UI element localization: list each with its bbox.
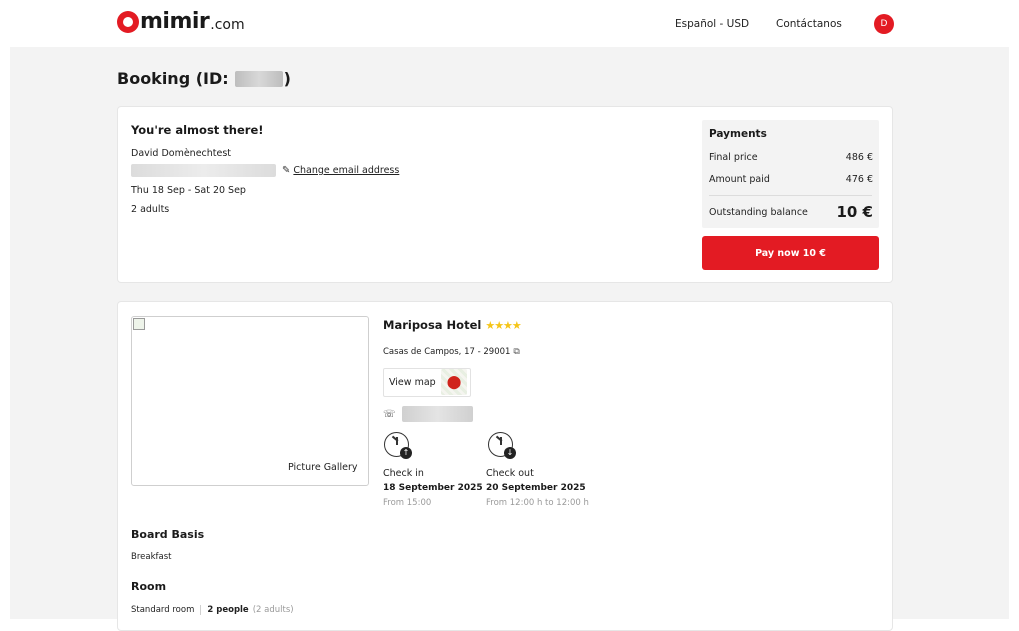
redacted-phone bbox=[401, 406, 473, 422]
room-title: Room bbox=[131, 580, 167, 593]
check-in-time: From 15:00 bbox=[383, 498, 432, 508]
summary-heading: You're almost there! bbox=[131, 123, 264, 137]
board-basis-value: Breakfast bbox=[131, 552, 172, 562]
stay-dates: Thu 18 Sep - Sat 20 Sep bbox=[131, 185, 246, 196]
change-email-link[interactable]: Change email address bbox=[293, 165, 399, 176]
room-people: 2 people bbox=[207, 605, 249, 615]
booking-title-prefix: Booking (ID: bbox=[117, 69, 229, 88]
check-in-label: Check in bbox=[383, 468, 424, 479]
phone-icon: ☏ bbox=[383, 408, 396, 420]
contact-link[interactable]: Contáctanos bbox=[776, 18, 842, 30]
guest-name: David Domènechtest bbox=[131, 148, 232, 159]
room-type: Standard room bbox=[131, 605, 195, 615]
logo-a-icon bbox=[117, 11, 139, 33]
redacted-email bbox=[131, 164, 276, 177]
room-details-row: Standard room 2 people (2 adults) bbox=[131, 605, 294, 615]
guest-count: 2 adults bbox=[131, 204, 170, 215]
picture-gallery[interactable] bbox=[131, 316, 369, 486]
email-row: ✎ Change email address bbox=[131, 164, 399, 177]
redacted-booking-id bbox=[234, 70, 283, 87]
top-header: mimir .com Español - USD Contáctanos D bbox=[0, 0, 1019, 47]
edit-icon[interactable]: ✎ bbox=[282, 165, 290, 176]
outstanding-balance-label: Outstanding balance bbox=[709, 207, 808, 218]
user-avatar[interactable]: D bbox=[874, 14, 894, 34]
booking-title-suffix: ) bbox=[283, 69, 291, 88]
check-out-time: From 12:00 h to 12:00 h bbox=[486, 498, 589, 508]
board-basis-title: Board Basis bbox=[131, 528, 205, 541]
outstanding-balance-value: 10 € bbox=[836, 203, 873, 221]
pay-now-button[interactable]: Pay now 10 € bbox=[702, 236, 879, 270]
hotel-address-row: Casas de Campos, 17 - 29001 ⧉ bbox=[383, 347, 520, 357]
check-out-label: Check out bbox=[486, 468, 534, 479]
check-out-clock-icon: ↓ bbox=[488, 432, 516, 459]
amount-paid-value: 476 € bbox=[845, 174, 873, 185]
final-price-value: 486 € bbox=[845, 152, 873, 163]
hotel-name-row: Mariposa Hotel ★★★★ bbox=[383, 318, 522, 332]
language-currency-selector[interactable]: Español - USD bbox=[675, 18, 749, 30]
payments-divider bbox=[709, 195, 872, 196]
page-title: Booking (ID: ) bbox=[117, 69, 291, 88]
hotel-name: Mariposa Hotel bbox=[383, 318, 482, 332]
payments-title: Payments bbox=[709, 128, 767, 140]
check-in-clock-icon: ↑ bbox=[384, 432, 412, 459]
copy-icon[interactable]: ⧉ bbox=[513, 347, 519, 357]
logo-suffix: .com bbox=[210, 17, 245, 33]
logo-word: mimir bbox=[140, 9, 210, 34]
final-price-label: Final price bbox=[709, 152, 758, 163]
phone-row: ☏ bbox=[383, 406, 473, 422]
hotel-address: Casas de Campos, 17 - 29001 bbox=[383, 347, 511, 357]
room-separator bbox=[200, 605, 202, 615]
room-adults: (2 adults) bbox=[252, 605, 294, 615]
check-in-date: 18 September 2025 bbox=[383, 483, 483, 493]
picture-gallery-label[interactable]: Picture Gallery bbox=[288, 462, 358, 473]
mimir-logo[interactable]: mimir .com bbox=[117, 11, 245, 33]
star-rating-icon: ★★★★ bbox=[485, 318, 521, 332]
map-thumbnail[interactable]: ⬤ bbox=[441, 369, 467, 395]
broken-image-icon bbox=[133, 318, 145, 330]
map-pin-icon: ⬤ bbox=[446, 374, 462, 390]
view-map-label: View map bbox=[389, 377, 436, 388]
check-out-date: 20 September 2025 bbox=[486, 483, 586, 493]
amount-paid-label: Amount paid bbox=[709, 174, 770, 185]
